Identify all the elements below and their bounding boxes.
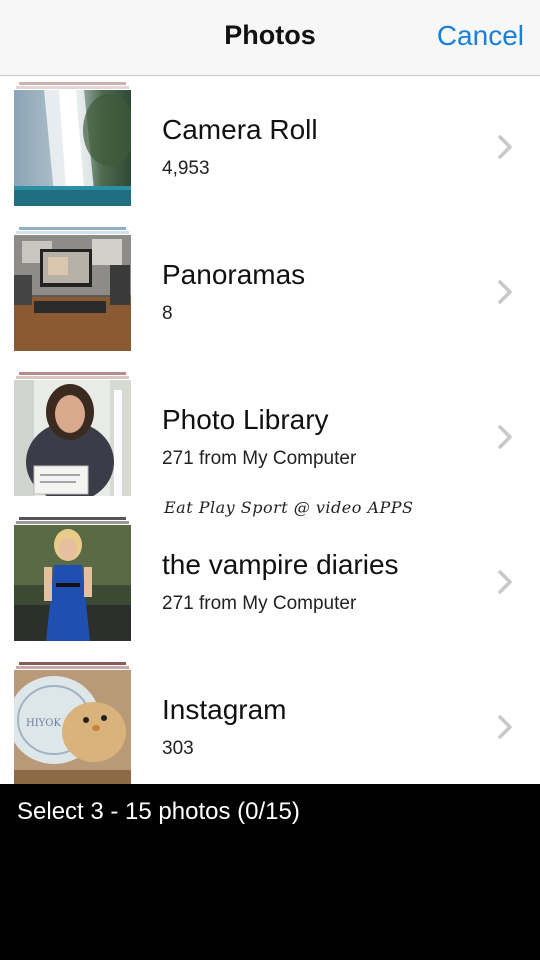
- album-thumbnail-stack: [14, 82, 131, 206]
- chevron-right-icon: [498, 135, 512, 159]
- waterfall-thumbnail-image: [14, 90, 131, 206]
- stack-edge: [16, 376, 129, 379]
- selection-count-text: Select 3 - 15 photos (0/15): [17, 798, 300, 825]
- album-count: 271 from My Computer: [162, 593, 357, 614]
- album-row-panoramas[interactable]: Panoramas 8: [0, 221, 540, 366]
- photo-picker-screen: Photos Cancel Camera Roll 4,953 Panorama…: [0, 0, 540, 960]
- album-title: Instagram: [162, 694, 287, 725]
- cancel-button[interactable]: Cancel: [437, 20, 524, 52]
- album-thumbnail-stack: [14, 227, 131, 351]
- stack-edge: [16, 231, 129, 234]
- album-row-photo-library[interactable]: Photo Library 271 from My Computer: [0, 366, 540, 511]
- stack-edge: [19, 82, 126, 85]
- album-list: Camera Roll 4,953 Panoramas 8 Photo Libr…: [0, 76, 540, 784]
- stack-edge: [16, 521, 129, 524]
- woman-in-blue-dress-thumbnail-image: [14, 525, 131, 641]
- bird-plush-thumbnail-image: HIYOK: [14, 670, 131, 784]
- stack-edge: [19, 662, 126, 665]
- navigation-bar: Photos Cancel: [0, 0, 540, 76]
- album-count: 303: [162, 738, 194, 759]
- chevron-right-icon: [498, 280, 512, 304]
- stack-edge: [16, 86, 129, 89]
- album-row-the-vampire-diaries[interactable]: the vampire diaries 271 from My Computer: [0, 511, 540, 656]
- watermark-text: Eat Play Sport @ video APPS: [164, 498, 414, 517]
- chevron-right-icon: [498, 425, 512, 449]
- album-title: the vampire diaries: [162, 549, 399, 580]
- album-title: Panoramas: [162, 259, 306, 290]
- album-count: 4,953: [162, 158, 210, 179]
- selection-footer: Select 3 - 15 photos (0/15): [0, 784, 540, 960]
- album-thumbnail-stack: HIYOK: [14, 662, 131, 784]
- album-thumbnail-stack: [14, 372, 131, 496]
- desk-thumbnail-image: [14, 235, 131, 351]
- album-row-camera-roll[interactable]: Camera Roll 4,953: [0, 76, 540, 221]
- stack-edge: [19, 227, 126, 230]
- stack-edge: [19, 517, 126, 520]
- stack-edge: [19, 372, 126, 375]
- svg-text:HIYOK: HIYOK: [26, 718, 61, 729]
- album-title: Photo Library: [162, 404, 329, 435]
- album-row-instagram[interactable]: HIYOK Instagram 303: [0, 656, 540, 784]
- album-title: Camera Roll: [162, 114, 318, 145]
- stack-edge: [16, 666, 129, 669]
- chevron-right-icon: [498, 715, 512, 739]
- album-count: 8: [162, 303, 173, 324]
- album-thumbnail-stack: [14, 517, 131, 641]
- album-count: 271 from My Computer: [162, 448, 357, 469]
- chevron-right-icon: [498, 570, 512, 594]
- woman-with-sign-thumbnail-image: [14, 380, 131, 496]
